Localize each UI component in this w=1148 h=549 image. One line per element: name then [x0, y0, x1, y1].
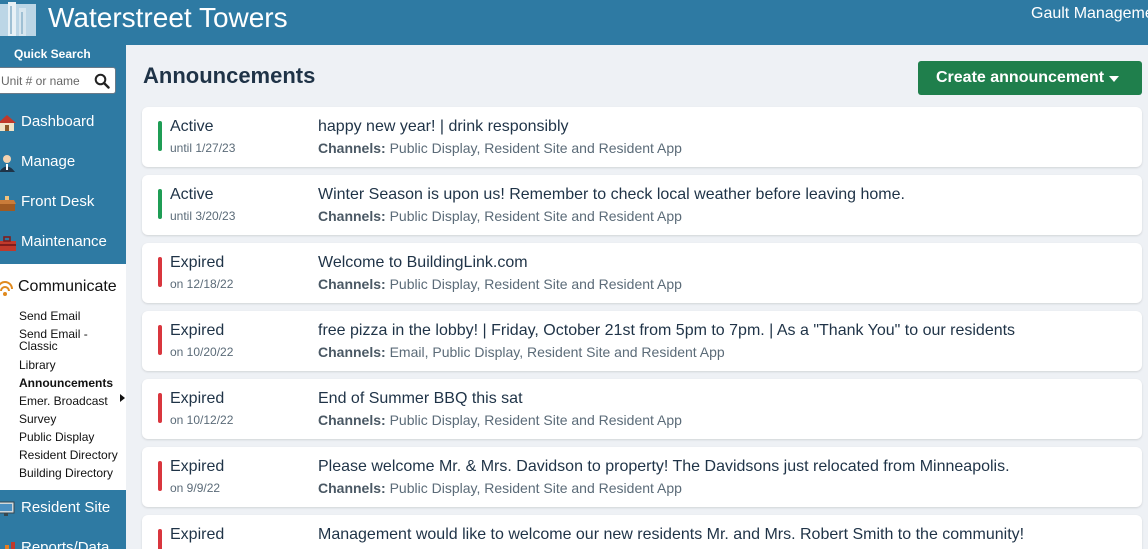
- nav-label-front-desk: Front Desk: [21, 193, 95, 210]
- channels-value: Public Display, Resident Site and Reside…: [389, 208, 682, 224]
- status-bar: [158, 393, 162, 423]
- nav-item-dashboard[interactable]: Dashboard: [0, 108, 126, 138]
- channels-label: Channels:: [318, 412, 386, 428]
- announcement-channels: Channels: Public Display, Resident Site …: [318, 208, 682, 224]
- company-name[interactable]: Gault Manageme: [1031, 5, 1148, 23]
- nav-item-maintenance[interactable]: Maintenance: [0, 228, 126, 258]
- sidebar: Quick Search Dashboard Manage Front Desk: [0, 45, 126, 549]
- chart-icon: [5, 542, 15, 549]
- status-bar: [158, 461, 162, 491]
- status-date: on 10/12/22: [170, 413, 234, 427]
- announcement-card[interactable]: Expired on 12/18/22 Welcome to BuildingL…: [142, 243, 1142, 303]
- status-bar: [158, 529, 162, 549]
- announcement-card[interactable]: Expired on 9/9/22 Please welcome Mr. & M…: [142, 447, 1142, 507]
- communicate-panel: Communicate Send Email Send Email - Clas…: [0, 264, 126, 490]
- channels-label: Channels:: [318, 276, 386, 292]
- announcement-title[interactable]: End of Summer BBQ this sat: [318, 390, 523, 408]
- channels-value: Public Display, Resident Site and Reside…: [389, 480, 682, 496]
- announcement-title[interactable]: Management would like to welcome our new…: [318, 526, 1024, 544]
- sub-item-resident-directory[interactable]: Resident Directory: [19, 449, 118, 462]
- status-date: on 9/9/22: [170, 481, 221, 495]
- app-header: Waterstreet Towers Gault Manageme: [0, 0, 1148, 45]
- announcement-title[interactable]: happy new year! | drink responsibly: [318, 118, 569, 136]
- monitor-icon: [0, 501, 15, 516]
- house-icon: [0, 115, 16, 131]
- announcement-title[interactable]: free pizza in the lobby! | Friday, Octob…: [318, 322, 1015, 340]
- desk-icon: [0, 196, 16, 211]
- quick-search-input[interactable]: [1, 72, 89, 90]
- nav-item-front-desk[interactable]: Front Desk: [0, 188, 126, 218]
- nav-label-manage: Manage: [21, 153, 76, 170]
- caret-down-icon: [1109, 76, 1119, 82]
- page-title: Announcements: [143, 63, 316, 88]
- announcement-title[interactable]: Winter Season is upon us! Remember to ch…: [318, 186, 905, 204]
- toolbox-icon: [0, 236, 16, 251]
- building-logo-icon[interactable]: [0, 0, 36, 36]
- status-label: Expired: [170, 322, 225, 339]
- announcement-channels: Channels: Email, Public Display, Residen…: [318, 344, 725, 360]
- status-label: Active: [170, 118, 214, 135]
- sub-item-public-display[interactable]: Public Display: [19, 431, 94, 444]
- channels-label: Channels:: [318, 480, 386, 496]
- status-label: Expired: [170, 458, 225, 475]
- sub-item-emer-broadcast[interactable]: Emer. Broadcast: [19, 395, 108, 408]
- status-bar: [158, 189, 162, 219]
- announcement-title[interactable]: Please welcome Mr. & Mrs. Davidson to pr…: [318, 458, 1010, 476]
- sub-item-send-email[interactable]: Send Email: [19, 310, 80, 323]
- sub-item-send-email-classic-2[interactable]: Classic: [19, 340, 58, 353]
- sub-item-announcements[interactable]: Announcements: [19, 377, 113, 390]
- person-icon: [0, 155, 15, 172]
- announcement-channels: Channels: Public Display, Resident Site …: [318, 140, 682, 156]
- status-date: on 10/20/22: [170, 345, 234, 359]
- active-arrow-icon: [120, 394, 125, 402]
- channels-value: Public Display, Resident Site and Reside…: [389, 140, 682, 156]
- status-date: until 1/27/23: [170, 141, 236, 155]
- nav-item-manage[interactable]: Manage: [0, 148, 126, 178]
- status-label: Expired: [170, 390, 225, 407]
- announcement-channels: Channels: Public Display, Resident Site …: [318, 412, 682, 428]
- nav-label-resident-site: Resident Site: [21, 499, 111, 516]
- search-icon[interactable]: [94, 73, 110, 89]
- channels-value: Email, Public Display, Resident Site and…: [389, 344, 725, 360]
- channels-label: Channels:: [318, 208, 386, 224]
- nav-item-reports-data[interactable]: Reports/Data: [0, 534, 126, 549]
- status-bar: [158, 325, 162, 355]
- channels-value: Public Display, Resident Site and Reside…: [389, 412, 682, 428]
- announcement-card[interactable]: Expired on 10/20/22 free pizza in the lo…: [142, 311, 1142, 371]
- broadcast-icon: [0, 281, 13, 296]
- quick-search-box: [0, 67, 116, 94]
- sub-item-survey[interactable]: Survey: [19, 413, 56, 426]
- create-announcement-label: Create announcement: [936, 69, 1105, 86]
- channels-label: Channels:: [318, 140, 386, 156]
- building-title: Waterstreet Towers: [48, 2, 288, 33]
- channels-value: Public Display, Resident Site and Reside…: [389, 276, 682, 292]
- announcement-channels: Channels: Public Display, Resident Site …: [318, 276, 682, 292]
- quick-search-label: Quick Search: [14, 47, 91, 61]
- create-announcement-button[interactable]: Create announcement: [918, 61, 1142, 95]
- announcement-channels: Channels: Public Display, Resident Site …: [318, 480, 682, 496]
- announcement-card[interactable]: Expired on 10/12/22 End of Summer BBQ th…: [142, 379, 1142, 439]
- nav-item-communicate[interactable]: Communicate: [18, 278, 117, 296]
- announcement-card[interactable]: Expired Management would like to welcome…: [142, 515, 1142, 549]
- sub-item-library[interactable]: Library: [19, 359, 56, 372]
- channels-label: Channels:: [318, 344, 386, 360]
- announcement-card[interactable]: Active until 1/27/23 happy new year! | d…: [142, 107, 1142, 167]
- status-bar: [158, 257, 162, 287]
- nav-item-resident-site[interactable]: Resident Site: [0, 494, 126, 524]
- status-date: on 12/18/22: [170, 277, 234, 291]
- nav-label-reports-data: Reports/Data: [21, 539, 110, 549]
- status-bar: [158, 121, 162, 151]
- status-label: Expired: [170, 254, 225, 271]
- status-label: Active: [170, 186, 214, 203]
- status-date: until 3/20/23: [170, 209, 236, 223]
- announcement-title[interactable]: Welcome to BuildingLink.com: [318, 254, 528, 272]
- status-label: Expired: [170, 526, 225, 543]
- announcement-card[interactable]: Active until 3/20/23 Winter Season is up…: [142, 175, 1142, 235]
- sub-item-building-directory[interactable]: Building Directory: [19, 467, 113, 480]
- nav-label-dashboard: Dashboard: [21, 113, 95, 130]
- nav-label-maintenance: Maintenance: [21, 233, 107, 250]
